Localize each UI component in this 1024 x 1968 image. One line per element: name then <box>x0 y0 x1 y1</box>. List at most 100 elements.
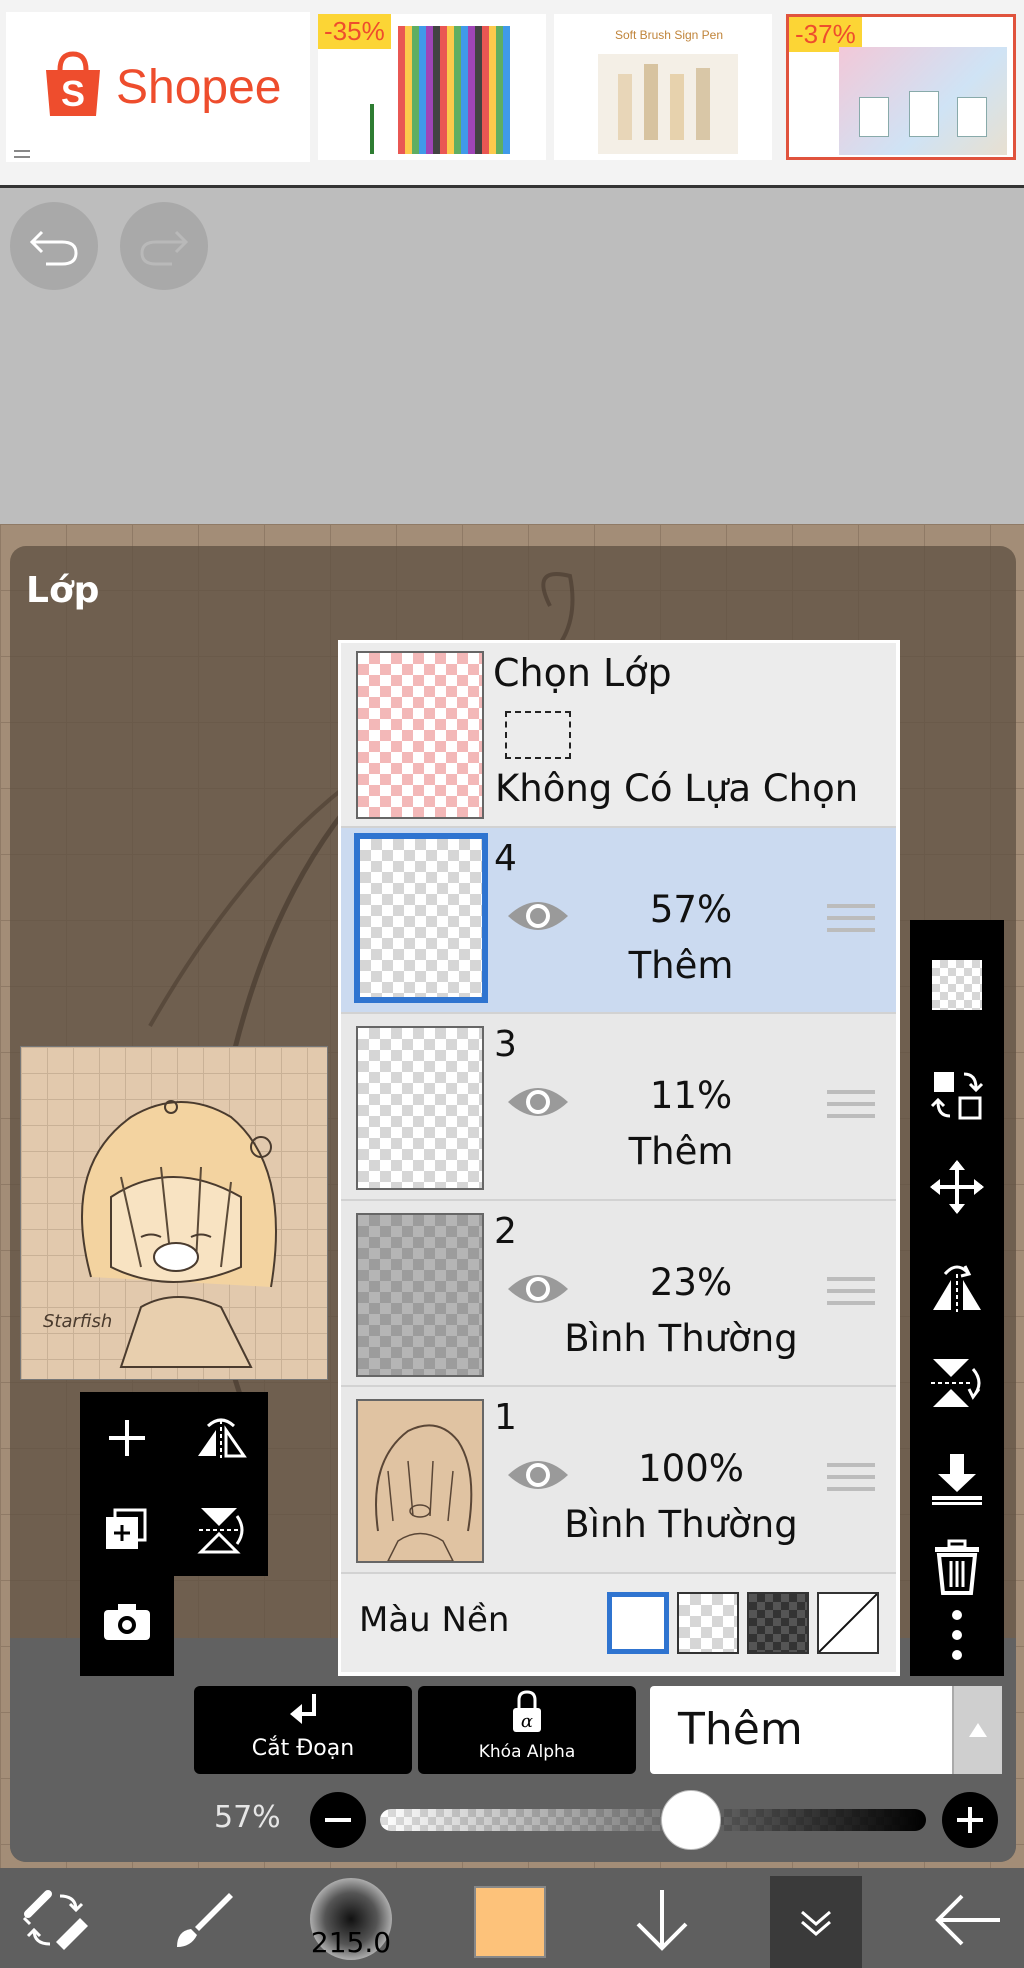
redo-icon <box>140 230 189 266</box>
brush-icon <box>177 1893 233 1947</box>
ad-product-3[interactable]: -37% <box>786 14 1016 160</box>
ad-banner[interactable]: S Shopee -35% Soft Brush Sign Pen -37% <box>0 0 1024 188</box>
clipping-button[interactable]: Cắt Đoạn <box>194 1686 412 1774</box>
layer-thumbnail <box>356 1026 484 1190</box>
flip-vertical-button[interactable] <box>174 1484 268 1576</box>
selection-title: Chọn Lớp <box>493 651 672 695</box>
plus-icon <box>109 1420 145 1456</box>
redo-button[interactable] <box>120 202 208 290</box>
shopee-logo[interactable]: S Shopee <box>6 12 310 162</box>
drag-handle-icon[interactable] <box>827 1277 875 1313</box>
brush-tool-button[interactable] <box>164 1880 244 1960</box>
drag-handle-icon[interactable] <box>827 904 875 940</box>
flip-layer-vertical-button[interactable] <box>910 1348 1004 1418</box>
merge-down-button[interactable] <box>910 1444 1004 1514</box>
eye-icon <box>508 1461 568 1489</box>
svg-text:Starfish: Starfish <box>43 1311 112 1332</box>
layer-row-3[interactable]: 3 11% Thêm <box>341 1014 896 1201</box>
alpha-lock-button[interactable]: α Khóa Alpha <box>418 1686 636 1774</box>
bg-white-swatch[interactable] <box>607 1592 669 1654</box>
bg-dark-swatch[interactable] <box>747 1592 809 1654</box>
delete-layer-button[interactable] <box>910 1532 1004 1602</box>
preview-drawing: Starfish <box>43 1100 277 1368</box>
layer-tools-right <box>910 920 1004 1676</box>
swap-icon <box>930 1072 984 1120</box>
layers-panel-button[interactable] <box>770 1876 862 1968</box>
trash-icon <box>935 1539 979 1595</box>
layer-row-4[interactable]: 4 57% Thêm <box>341 828 896 1014</box>
blend-mode-select[interactable]: Thêm <box>650 1686 1002 1774</box>
flip-vertical-icon <box>931 1359 981 1407</box>
alpha-lock-label: Khóa Alpha <box>478 1742 576 1762</box>
flip-layer-horizontal-button[interactable] <box>910 1252 1004 1322</box>
camera-icon <box>104 1604 150 1640</box>
layer-number: 2 <box>494 1211 517 1252</box>
slash-icon <box>818 1593 878 1653</box>
duplicate-layer-button[interactable] <box>80 1484 174 1576</box>
blend-mode-value: Thêm <box>678 1704 803 1755</box>
layer-opacity: 11% <box>649 1074 733 1117</box>
bg-transparent-swatch[interactable] <box>677 1592 739 1654</box>
eye-icon <box>508 1275 568 1303</box>
layer-thumbnail <box>356 1213 484 1377</box>
layer-move-down-button[interactable] <box>622 1880 702 1960</box>
alpha-lock-icon: α <box>513 1690 541 1732</box>
more-vertical-icon <box>952 1610 962 1660</box>
more-options-button[interactable] <box>910 1600 1004 1670</box>
layer-blend-mode: Thêm <box>628 1130 734 1173</box>
menu-icon[interactable] <box>14 150 30 158</box>
layer-number: 4 <box>494 838 517 879</box>
move-icon <box>930 1160 984 1214</box>
plus-icon <box>957 1807 983 1833</box>
layer-number: 3 <box>494 1024 517 1065</box>
swap-layers-button[interactable] <box>910 1060 1004 1130</box>
layer-blend-mode: Thêm <box>628 944 734 987</box>
flip-horizontal-button[interactable] <box>174 1392 268 1484</box>
ad-product-2[interactable]: Soft Brush Sign Pen <box>554 14 772 160</box>
opacity-label: 57% <box>214 1800 281 1835</box>
bg-none-swatch[interactable] <box>817 1592 879 1654</box>
merge-down-icon <box>932 1454 982 1505</box>
minus-icon <box>325 1818 351 1822</box>
background-label: Màu Nền <box>359 1600 510 1640</box>
product-title: Soft Brush Sign Pen <box>614 28 724 42</box>
undo-icon <box>29 230 78 266</box>
drag-handle-icon[interactable] <box>827 1090 875 1126</box>
layer-thumbnail <box>354 833 488 1003</box>
transparent-fill-button[interactable] <box>910 950 1004 1020</box>
arrow-down-icon <box>636 1890 688 1951</box>
back-button[interactable] <box>928 1880 1008 1960</box>
checker-icon <box>932 960 982 1010</box>
selection-marquee-icon <box>505 711 571 759</box>
shopee-bag-icon: S <box>46 51 100 116</box>
clipping-label: Cắt Đoạn <box>251 1736 355 1761</box>
ad-product-1[interactable]: -35% <box>318 14 546 160</box>
current-color-swatch[interactable] <box>474 1886 546 1958</box>
visibility-toggle[interactable] <box>506 1269 570 1313</box>
opacity-slider-track[interactable] <box>380 1809 926 1831</box>
brush-size-value: 215.0 <box>310 1926 392 1959</box>
opacity-slider-thumb[interactable] <box>661 1790 722 1850</box>
layer-row-2[interactable]: 2 23% Bình Thường <box>341 1201 896 1387</box>
background-color-row: Màu Nền <box>341 1574 896 1672</box>
eye-icon <box>508 902 568 930</box>
layer-row-1[interactable]: 1 100% Bình Thường <box>341 1387 896 1574</box>
visibility-toggle[interactable] <box>506 1082 570 1126</box>
canvas-preview[interactable]: Starfish <box>20 1046 328 1380</box>
visibility-toggle[interactable] <box>506 896 570 940</box>
move-layer-button[interactable] <box>910 1152 1004 1222</box>
opacity-increase-button[interactable] <box>942 1792 998 1848</box>
drag-handle-icon[interactable] <box>827 1463 875 1499</box>
selection-status: Không Có Lựa Chọn <box>495 767 859 810</box>
tool-switch-button[interactable] <box>16 1880 96 1960</box>
camera-import-button[interactable] <box>80 1576 174 1668</box>
add-layer-button[interactable] <box>80 1392 174 1484</box>
visibility-toggle[interactable] <box>506 1455 570 1499</box>
brush-size-button[interactable]: 215.0 <box>310 1878 392 1960</box>
selection-layer-row[interactable]: Chọn Lớp Không Có Lựa Chọn <box>341 643 896 828</box>
layer-opacity: 23% <box>649 1261 733 1304</box>
discount-badge: -35% <box>318 14 391 49</box>
undo-button[interactable] <box>10 202 98 290</box>
blend-mode-dropdown[interactable] <box>952 1686 1002 1774</box>
opacity-decrease-button[interactable] <box>310 1792 366 1848</box>
